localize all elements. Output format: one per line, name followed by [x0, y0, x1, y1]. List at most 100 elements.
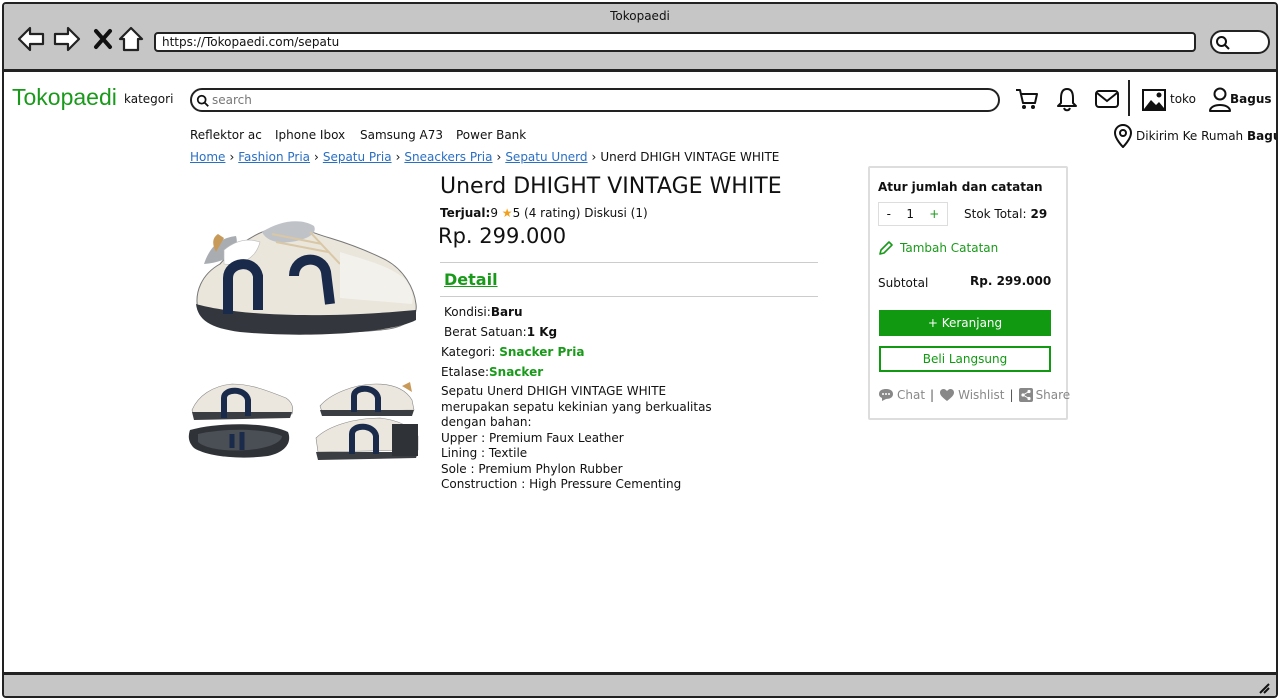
- kategori-link[interactable]: Snacker Pria: [499, 345, 584, 359]
- product-price: Rp. 299.000: [438, 224, 567, 248]
- subtotal-label: Subtotal: [878, 276, 929, 290]
- quantity-minus-button[interactable]: -: [887, 207, 891, 221]
- quantity-plus-button[interactable]: +: [929, 207, 939, 221]
- forward-icon[interactable]: [52, 24, 82, 54]
- chat-label: Chat: [897, 388, 926, 402]
- product-meta: Terjual:9 ★5 (4 rating) Diskusi (1): [440, 206, 648, 220]
- pencil-icon: [879, 241, 893, 255]
- browser-chrome: Tokopaedi https://Tokopaedi.com/sepatu: [4, 4, 1276, 72]
- description-line: Lining : Textile: [441, 446, 528, 460]
- add-note-link[interactable]: Tambah Catatan: [878, 240, 998, 256]
- cart-icon[interactable]: [1014, 86, 1040, 116]
- user-name[interactable]: Bagus: [1230, 92, 1272, 106]
- image-icon[interactable]: [1142, 88, 1166, 116]
- shipping-name: Bagus: [1246, 129, 1276, 143]
- status-bar: [4, 672, 1276, 696]
- header-divider: [1128, 80, 1130, 116]
- stock-label: Stok Total:: [964, 207, 1027, 221]
- shipping-prefix: Dikirim Ke Rumah: [1136, 129, 1244, 143]
- purchase-panel: Atur jumlah dan catatan - 1 + Stok Total…: [868, 166, 1070, 420]
- spec-kategori: Kategori: Snacker Pria: [441, 345, 584, 359]
- rating-count: (4 rating): [524, 206, 581, 220]
- quick-link-iphone[interactable]: Iphone Ibox: [275, 128, 345, 142]
- add-to-cart-button[interactable]: + Keranjang: [879, 310, 1051, 336]
- location-pin-icon: [1113, 123, 1133, 152]
- search-icon: [1216, 36, 1230, 50]
- browser-window: Tokopaedi https://Tokopaedi.com/sepatu T…: [2, 2, 1278, 698]
- description-line: Construction : High Pressure Cementing: [441, 477, 682, 491]
- chevron-right-icon: ›: [314, 150, 319, 164]
- kategori-menu[interactable]: kategori: [124, 92, 173, 106]
- subtotal-value: Rp. 299.000: [970, 274, 1052, 288]
- stock-value: 29: [1030, 207, 1048, 221]
- quantity-value[interactable]: 1: [906, 207, 914, 221]
- wishlist-button[interactable]: Wishlist: [939, 388, 1005, 402]
- divider: [440, 262, 818, 263]
- heart-icon: [940, 389, 955, 401]
- home-icon[interactable]: [116, 24, 146, 54]
- description-line: Sole : Premium Phylon Rubber: [441, 461, 623, 476]
- address-bar[interactable]: https://Tokopaedi.com/sepatu: [154, 32, 1196, 52]
- share-icon: [1018, 388, 1033, 402]
- add-note-label: Tambah Catatan: [900, 241, 999, 255]
- tab-detail[interactable]: Detail: [444, 270, 498, 289]
- berat-value: 1 Kg: [526, 325, 558, 339]
- chevron-right-icon: ›: [496, 150, 502, 164]
- quick-link-samsung[interactable]: Samsung A73: [360, 128, 443, 142]
- breadcrumb: Home › Fashion Pria › Sepatu Pria › Sneackers …: [190, 150, 779, 164]
- buy-now-button[interactable]: Beli Langsung: [879, 346, 1051, 372]
- product-thumbnail-1[interactable]: [188, 376, 296, 462]
- spec-etalase: Etalase:Snacker: [441, 365, 543, 379]
- user-icon[interactable]: [1208, 86, 1232, 116]
- sold-label: Terjual:: [440, 206, 491, 220]
- description-line: Sepatu Unerd DHIGH VINTAGE WHITE: [441, 384, 667, 398]
- product-thumbnail-2[interactable]: [314, 376, 422, 462]
- spec-berat: Berat Satuan:1 Kg: [444, 325, 557, 339]
- star-icon: ★: [501, 206, 513, 220]
- browser-search-field[interactable]: [1210, 30, 1270, 54]
- purchase-title: Atur jumlah dan catatan: [878, 180, 1043, 194]
- search-input[interactable]: search: [190, 88, 1000, 112]
- rating-value: 5: [512, 206, 521, 220]
- quick-link-powerbank[interactable]: Power Bank: [456, 128, 526, 142]
- discussion-link[interactable]: Diskusi (1): [584, 206, 647, 220]
- back-icon[interactable]: [16, 24, 46, 54]
- mail-icon[interactable]: [1094, 86, 1120, 116]
- resize-grip-icon[interactable]: [1256, 679, 1270, 696]
- breadcrumb-home[interactable]: Home: [190, 150, 225, 164]
- chevron-right-icon: ›: [395, 150, 401, 164]
- kondisi-value: Baru: [490, 305, 523, 319]
- divider: [440, 296, 818, 297]
- product-description: Sepatu Unerd DHIGH VINTAGE WHITE merupak…: [441, 384, 712, 493]
- quick-link-reflektor[interactable]: Reflektor ac: [190, 128, 262, 142]
- search-icon: [196, 94, 209, 107]
- site-logo[interactable]: Tokopaedi: [12, 84, 117, 111]
- breadcrumb-sneackers-pria[interactable]: Sneackers Pria: [404, 150, 492, 164]
- product-main-image[interactable]: [190, 192, 418, 342]
- stock-total: Stok Total: 29: [964, 207, 1047, 221]
- action-divider: |: [930, 388, 935, 402]
- description-line: Upper : Premium Faux Leather: [441, 430, 624, 445]
- wishlist-label: Wishlist: [958, 388, 1005, 402]
- bell-icon[interactable]: [1054, 86, 1080, 116]
- breadcrumb-fashion-pria[interactable]: Fashion Pria: [238, 150, 310, 164]
- share-button[interactable]: Share: [1018, 388, 1071, 402]
- share-label: Share: [1035, 388, 1071, 402]
- description-line: dengan bahan:: [441, 415, 532, 429]
- shipping-address[interactable]: Dikirim Ke Rumah Bagus: [1136, 129, 1276, 143]
- etalase-link[interactable]: Snacker: [489, 365, 543, 379]
- chevron-right-icon: ›: [591, 150, 597, 164]
- chevron-right-icon: ›: [229, 150, 235, 164]
- panel-actions: Chat | Wishlist | Share: [878, 388, 1070, 402]
- breadcrumb-sepatu-unerd[interactable]: Sepatu Unerd: [505, 150, 587, 164]
- toko-link[interactable]: toko: [1170, 92, 1196, 106]
- berat-label: Berat Satuan:: [444, 325, 527, 339]
- chat-button[interactable]: Chat: [878, 388, 925, 402]
- kategori-label: Kategori:: [441, 345, 496, 359]
- search-placeholder: search: [212, 93, 252, 107]
- action-divider: |: [1009, 388, 1014, 402]
- breadcrumb-sepatu-pria[interactable]: Sepatu Pria: [323, 150, 392, 164]
- etalase-label: Etalase:: [441, 365, 490, 379]
- quantity-stepper: - 1 +: [878, 202, 948, 226]
- product-title: Unerd DHIGHT VINTAGE WHITE: [440, 174, 782, 199]
